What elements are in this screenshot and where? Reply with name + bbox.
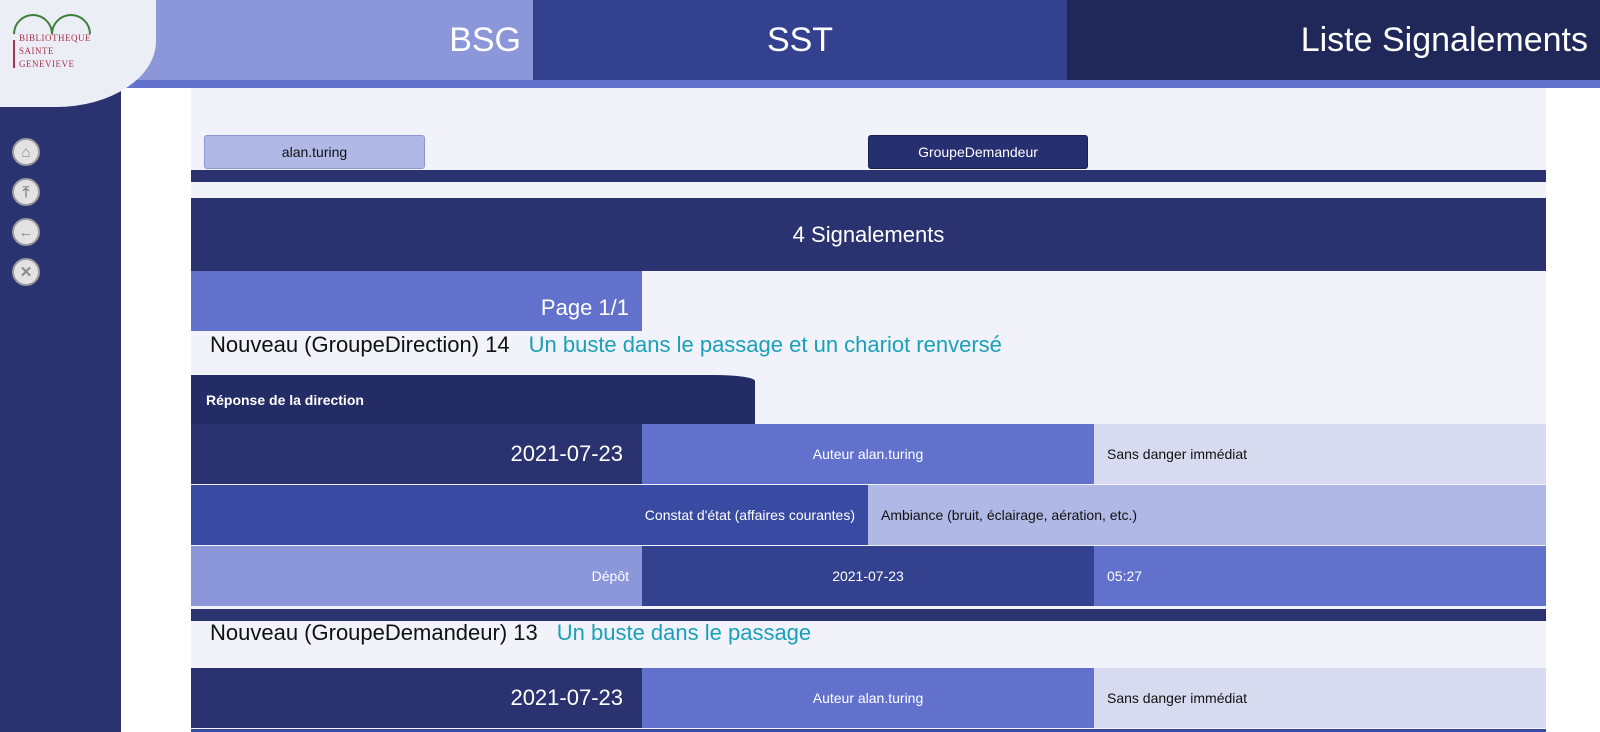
entry-title[interactable]: Nouveau (GroupeDirection) 14 Un buste da… bbox=[210, 330, 1002, 360]
home-icon[interactable]: ⌂ bbox=[12, 138, 40, 166]
header: BSG SST Liste Signalements bbox=[0, 0, 1600, 88]
entry-status: Nouveau (GroupeDirection) 14 bbox=[210, 332, 510, 357]
logo-text-line-3: GENEVIEVE bbox=[19, 59, 75, 69]
close-icon[interactable]: ✕ bbox=[12, 258, 40, 286]
entry-date: 2021-07-23 bbox=[191, 668, 642, 728]
sst-link[interactable]: SST bbox=[533, 0, 1067, 81]
deposit-date: 2021-07-23 bbox=[642, 546, 1094, 606]
logo-bar bbox=[13, 40, 15, 68]
logo-area[interactable]: BIBLIOTHEQUE SAINTE GENEVIEVE bbox=[0, 0, 156, 107]
header-strip bbox=[0, 80, 1600, 88]
entry-category-row: Constat d'état (affaires courantes) Ambi… bbox=[191, 485, 1546, 545]
entry-date: 2021-07-23 bbox=[191, 424, 642, 484]
page-indicator-text: Page 1/1 bbox=[540, 295, 629, 320]
deposit-label: Dépôt bbox=[191, 546, 642, 606]
entry-deposit-row: Dépôt 2021-07-23 05:27 bbox=[191, 546, 1546, 606]
page-title-text: Liste Signalements bbox=[1300, 21, 1588, 59]
deposit-time: 05:27 bbox=[1094, 546, 1546, 606]
entry-status: Nouveau (GroupeDemandeur) 13 bbox=[210, 620, 538, 645]
entry-category: Constat d'état (affaires courantes) bbox=[191, 485, 868, 545]
entry-title[interactable]: Nouveau (GroupeDemandeur) 13 Un buste da… bbox=[210, 618, 811, 648]
direction-response-tab[interactable]: Réponse de la direction bbox=[191, 375, 755, 424]
library-logo: BIBLIOTHEQUE SAINTE GENEVIEVE bbox=[4, 5, 100, 70]
sidebar: ⌂ ⤒ ← ✕ bbox=[0, 88, 123, 732]
group-tab[interactable]: GroupeDemandeur bbox=[868, 135, 1088, 169]
entry-danger: Sans danger immédiat bbox=[1094, 424, 1546, 484]
signalements-count: 4 Signalements bbox=[191, 198, 1546, 271]
page-title: Liste Signalements bbox=[1067, 0, 1600, 81]
back-icon[interactable]: ← bbox=[12, 218, 40, 246]
entry-info-row: 2021-07-23 Auteur alan.turing Sans dange… bbox=[191, 668, 1546, 728]
logo-text-line-2: SAINTE bbox=[19, 46, 54, 56]
main-content: alan.turing GroupeDemandeur 4 Signalemen… bbox=[191, 88, 1546, 732]
top-icon[interactable]: ⤒ bbox=[12, 178, 40, 206]
entry-subject[interactable]: Un buste dans le passage bbox=[557, 620, 811, 646]
entry-danger: Sans danger immédiat bbox=[1094, 668, 1546, 728]
tabs-underline bbox=[191, 170, 1546, 182]
entry-subcategory: Ambiance (bruit, éclairage, aération, et… bbox=[868, 485, 1546, 545]
entry-author: Auteur alan.turing bbox=[642, 668, 1094, 728]
bsg-label: BSG bbox=[449, 21, 521, 59]
page-indicator: Page 1/1 bbox=[191, 271, 642, 331]
user-tab[interactable]: alan.turing bbox=[204, 135, 425, 169]
entry-author: Auteur alan.turing bbox=[642, 424, 1094, 484]
logo-text-line-1: BIBLIOTHEQUE bbox=[19, 33, 91, 43]
entry-info-row: 2021-07-23 Auteur alan.turing Sans dange… bbox=[191, 424, 1546, 484]
entry-subject[interactable]: Un buste dans le passage et un chariot r… bbox=[529, 332, 1002, 358]
sst-label: SST bbox=[766, 21, 834, 59]
